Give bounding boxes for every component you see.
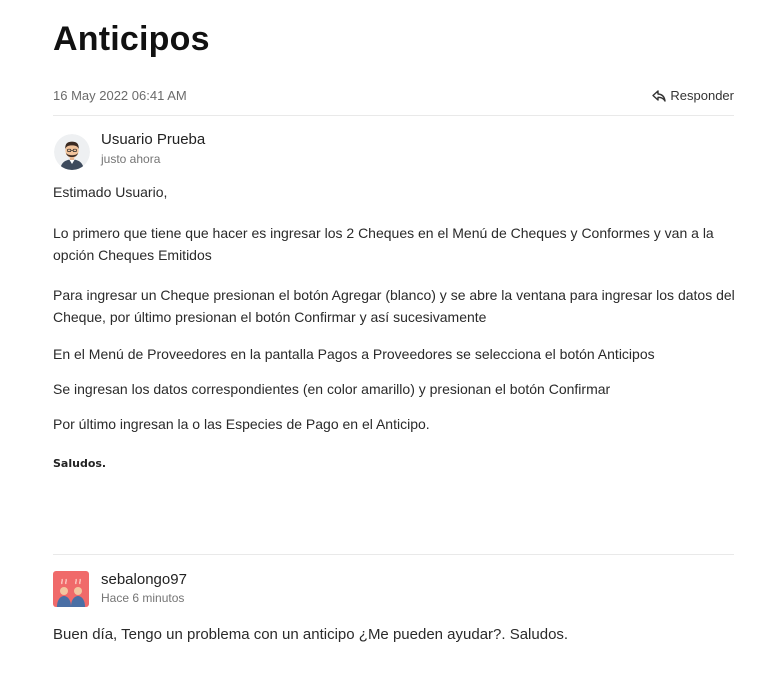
ticket-meta: 16 May 2022 06:41 AM Responder (53, 88, 734, 106)
author-name: sebalongo97 (101, 571, 187, 588)
message-greeting: Estimado Usuario, (53, 184, 168, 200)
author-name: Usuario Prueba (101, 131, 206, 148)
reply-label: Responder (670, 88, 734, 103)
message-signoff: Saludos. (53, 457, 107, 470)
message-paragraph: Se ingresan los datos correspondientes (… (53, 381, 611, 397)
divider (53, 115, 734, 116)
message-paragraph: Para ingresar un Cheque presionan el bot… (53, 287, 735, 325)
post-time: justo ahora (101, 152, 161, 166)
message-paragraph: Lo primero que tiene que hacer es ingres… (53, 225, 714, 263)
ticket-date: 16 May 2022 06:41 AM (53, 88, 187, 103)
reply-button[interactable]: Responder (652, 88, 734, 103)
post-time: Hace 6 minutos (101, 591, 185, 605)
message-paragraph: Por último ingresan la o las Especies de… (53, 416, 430, 432)
reply-arrow-icon (652, 89, 667, 102)
message-text: Buen día, Tengo un problema con un antic… (53, 626, 569, 643)
avatar (53, 571, 89, 607)
message-paragraph: En el Menú de Proveedores en la pantalla… (53, 346, 655, 362)
avatar (54, 134, 90, 170)
divider (53, 554, 734, 555)
page-title: Anticipos (53, 20, 210, 58)
